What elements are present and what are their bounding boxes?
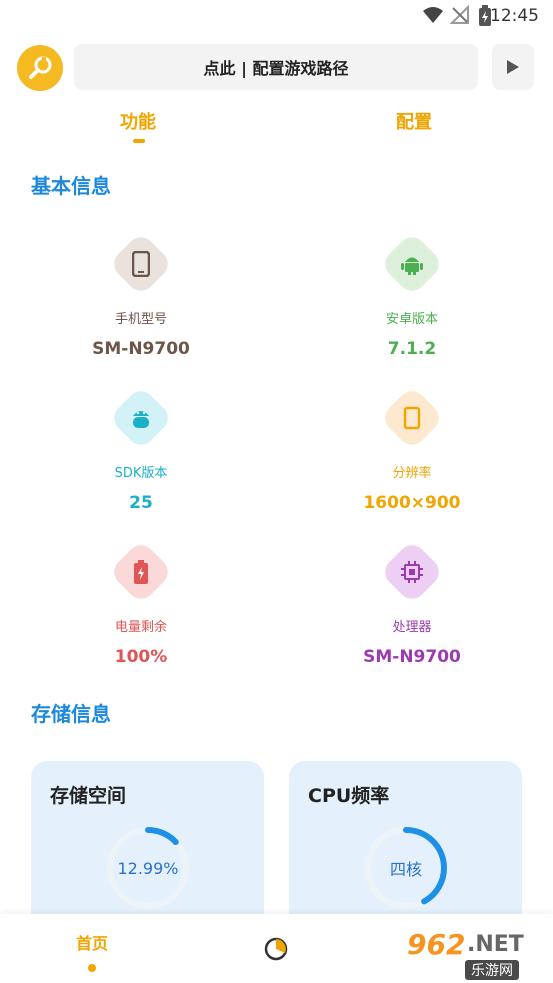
battery-icon [134,560,148,584]
play-icon [507,60,519,74]
chip-icon [401,561,423,583]
sdk-version-label: SDK版本 [114,466,168,481]
status-time: 12:45 [490,6,539,26]
screen-icon [403,406,421,430]
cpu-gauge-value: 四核 [389,860,422,879]
android-version-label: 安卓版本 [385,312,438,327]
pie-chart-icon [264,937,288,961]
resolution-value: 1600×900 [363,493,461,513]
wifi-icon [423,7,443,23]
game-path-button[interactable]: 点此 | 配置游戏路径 [74,44,478,90]
phone-model-value: SM-N9700 [92,339,190,359]
info-android-version: 安卓版本 7.1.2 [312,231,512,359]
basic-info-title: 基本信息 [31,174,111,198]
watermark-sub: 乐游网 [465,960,519,980]
info-processor: 处理器 SM-N9700 [312,539,512,667]
game-path-label: 点此 | 配置游戏路径 [203,59,349,78]
wrench-icon [29,56,52,79]
app-logo[interactable] [17,45,63,91]
processor-value: SM-N9700 [363,647,461,667]
status-bar: 12:45 [0,0,553,32]
site-watermark: 962 .NET 乐游网 [397,928,547,980]
nav-home-label: 首页 [75,934,108,953]
processor-label: 处理器 [392,620,432,635]
info-phone-model: 手机型号 SM-N9700 [41,231,241,359]
battery-value: 100% [114,647,168,667]
info-sdk-version: SDK版本 25 [41,385,241,513]
phone-icon [132,251,150,277]
info-resolution: 分辨率 1600×900 [312,385,512,513]
android-version-value: 7.1.2 [387,339,437,359]
tab-config[interactable]: 配置 [396,108,432,134]
cpu-frequency-title: CPU频率 [308,785,390,807]
nav-home-active-dot [88,964,96,972]
nav-home[interactable]: 首页 [60,930,124,972]
active-tab-indicator [133,139,145,143]
phone-model-label: 手机型号 [114,312,167,327]
nav-stats[interactable] [263,936,289,966]
android-head-icon [133,411,149,428]
tab-features[interactable]: 功能 [120,108,156,134]
storage-gauge-value: 12.99% [117,858,179,878]
watermark-domain: .NET [467,932,524,957]
play-button[interactable] [492,44,534,90]
watermark-number: 962 [407,928,466,961]
resolution-label: 分辨率 [392,466,432,481]
sdk-version-value: 25 [129,493,153,513]
battery-label: 电量剩余 [114,620,167,635]
storage-info-title: 存储信息 [31,702,111,726]
storage-space-title: 存储空间 [50,785,127,807]
info-battery: 电量剩余 100% [41,539,241,667]
no-signal-icon [450,5,469,24]
tab-bar: 功能 配置 [0,108,553,148]
top-bar: 点此 | 配置游戏路径 [0,44,553,91]
android-icon [401,257,423,275]
